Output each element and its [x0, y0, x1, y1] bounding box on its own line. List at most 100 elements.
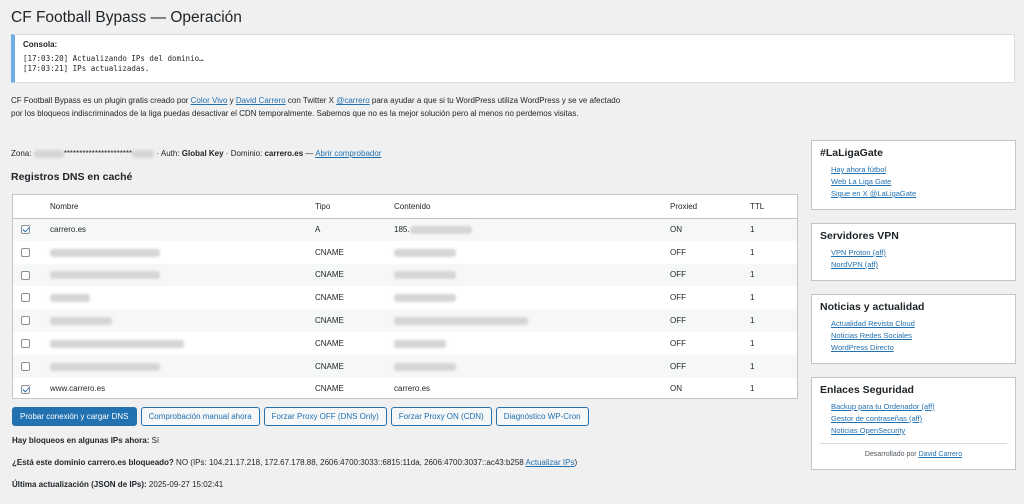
- row-checkbox[interactable]: [21, 225, 30, 235]
- sidebar-link[interactable]: Gestor de contraseñas (aff): [831, 413, 1007, 425]
- color-vivo-link[interactable]: Color Vivo: [191, 96, 228, 105]
- dns-heading: Registros DNS en caché: [11, 171, 133, 183]
- cell-type: CNAME: [315, 263, 394, 287]
- cell-content: [394, 309, 670, 332]
- widget-vpn: Servidores VPN VPN Proton (aff) NordVPN …: [811, 223, 1016, 281]
- cell-type: CNAME: [315, 378, 394, 401]
- header-ttl: TTL: [750, 195, 797, 219]
- table-row: CNAME OFF 1: [13, 309, 797, 332]
- redacted-block: [50, 339, 184, 348]
- cell-name: [50, 309, 315, 332]
- table-row: www.carrero.es CNAME carrero.es ON 1: [13, 378, 797, 401]
- header-checkbox-col: [13, 195, 50, 219]
- sidebar-link[interactable]: VPN Proton (aff): [831, 247, 1007, 259]
- row-checkbox[interactable]: [21, 293, 30, 303]
- cell-type: CNAME: [315, 241, 394, 264]
- last-update-value: 2025-09-27 15:02:41: [146, 480, 224, 489]
- widget-news: Noticias y actualidad Actualidad Revista…: [811, 294, 1016, 364]
- row-checkbox[interactable]: [21, 361, 30, 371]
- cell-name: www.carrero.es: [50, 378, 315, 401]
- redacted-block: [394, 316, 528, 325]
- blocks-status: Hay bloqueos en algunas IPs ahora: Sí: [12, 436, 159, 445]
- sidebar-link[interactable]: Noticias OpenSecurity: [831, 425, 1007, 437]
- sidebar-link[interactable]: Web La Liga Gate: [831, 176, 1007, 188]
- manual-check-button[interactable]: Comprobación manual ahora: [140, 407, 260, 426]
- cell-name: [50, 286, 315, 309]
- row-checkbox[interactable]: [21, 316, 30, 326]
- row-select-cell: [13, 354, 50, 378]
- auth-prefix: · Auth:: [154, 149, 182, 158]
- console-panel: Consola: [17:03:20] Actualizando IPs del…: [11, 34, 1015, 83]
- record-type: CNAME: [315, 247, 344, 257]
- action-buttons: Probar conexión y cargar DNS Comprobació…: [12, 407, 589, 426]
- cell-ttl: 1: [750, 263, 797, 287]
- domain-blocked-value: NO (IPs: 104.21.17.218, 172.67.178.88, 2…: [173, 458, 526, 467]
- widget-title: Servidores VPN: [820, 230, 899, 242]
- cell-type: A: [315, 218, 394, 241]
- wp-cron-diagnostic-button[interactable]: Diagnóstico WP-Cron: [495, 407, 589, 426]
- record-type: CNAME: [315, 270, 344, 280]
- intro-segment: CF Football Bypass es un plugin gratis c…: [11, 96, 191, 105]
- auth-value: Global Key: [181, 149, 224, 158]
- header-name: Nombre: [50, 195, 315, 219]
- cell-proxied: OFF: [670, 354, 750, 378]
- record-name: www.carrero.es: [50, 384, 106, 394]
- force-proxy-on-button[interactable]: Forzar Proxy ON (CDN): [390, 407, 492, 426]
- cell-name: [50, 241, 315, 264]
- force-proxy-off-button[interactable]: Forzar Proxy OFF (DNS Only): [263, 407, 387, 426]
- sidebar-link[interactable]: Hay ahora fútbol: [831, 164, 1007, 176]
- zone-label: Zona:: [11, 149, 32, 158]
- cell-content: [394, 263, 670, 287]
- record-ttl: 1: [750, 293, 755, 303]
- footer-prefix: Desarrollado por: [864, 451, 919, 458]
- open-checker-link[interactable]: Abrir comprobador: [315, 149, 381, 158]
- test-connection-button[interactable]: Probar conexión y cargar DNS: [12, 407, 137, 426]
- david-carrero-link[interactable]: David Carrero: [236, 96, 286, 105]
- update-ips-link[interactable]: Actualizar IPs: [526, 458, 575, 467]
- record-content: carrero.es: [394, 384, 431, 394]
- sidebar-link[interactable]: Actualidad Revista Cloud: [831, 318, 1007, 330]
- widget-security: Enlaces Seguridad Backup para tu Ordenad…: [811, 377, 1016, 470]
- cell-content: [394, 332, 670, 355]
- console-label: Consola:: [23, 40, 58, 49]
- cell-ttl: 1: [750, 286, 797, 309]
- cell-proxied: OFF: [670, 241, 750, 264]
- sidebar-link[interactable]: Noticias Redes Sociales: [831, 330, 1007, 342]
- record-ttl: 1: [750, 247, 755, 257]
- row-checkbox[interactable]: [21, 339, 30, 349]
- header-content: Contenido: [394, 195, 670, 219]
- sidebar-link[interactable]: Sigue en X @LaLigaGate: [831, 188, 1007, 200]
- cell-name: [50, 332, 315, 355]
- developer-link[interactable]: David Carrero: [919, 451, 963, 458]
- redacted-block: [50, 271, 160, 280]
- record-type: CNAME: [315, 384, 344, 394]
- table-row: CNAME OFF 1: [13, 332, 797, 355]
- widget-title: Noticias y actualidad: [820, 301, 925, 313]
- table-row: CNAME OFF 1: [13, 354, 797, 378]
- redacted-block: [394, 362, 456, 371]
- cell-proxied: ON: [670, 218, 750, 241]
- page-title: CF Football Bypass — Operación: [11, 9, 242, 26]
- cell-ttl: 1: [750, 332, 797, 355]
- cell-proxied: ON: [670, 378, 750, 401]
- row-select-cell: [13, 378, 50, 401]
- sidebar-link[interactable]: NordVPN (aff): [831, 259, 1007, 271]
- row-select-cell: [13, 241, 50, 264]
- cell-name: [50, 263, 315, 287]
- sidebar-link[interactable]: Backup para tu Ordenador (aff): [831, 401, 1007, 413]
- table-header-row: Nombre Tipo Contenido Proxied TTL: [13, 195, 797, 219]
- sidebar-link[interactable]: WordPress Directo: [831, 342, 1007, 354]
- header-proxied: Proxied: [670, 195, 750, 219]
- record-content: 185.: [394, 225, 410, 235]
- domain-prefix: · Dominio:: [223, 149, 265, 158]
- zone-info: Zona: ********************** · Auth: Glo…: [11, 149, 381, 158]
- twitter-carrero-link[interactable]: @carrero: [336, 96, 369, 105]
- redacted-block: [50, 362, 160, 371]
- cell-type: CNAME: [315, 286, 394, 309]
- row-checkbox[interactable]: [21, 384, 30, 394]
- row-checkbox[interactable]: [21, 247, 30, 257]
- redacted-block: [50, 316, 112, 325]
- cell-content: carrero.es: [394, 378, 670, 401]
- intro-text: CF Football Bypass es un plugin gratis c…: [11, 95, 631, 120]
- row-checkbox[interactable]: [21, 270, 30, 280]
